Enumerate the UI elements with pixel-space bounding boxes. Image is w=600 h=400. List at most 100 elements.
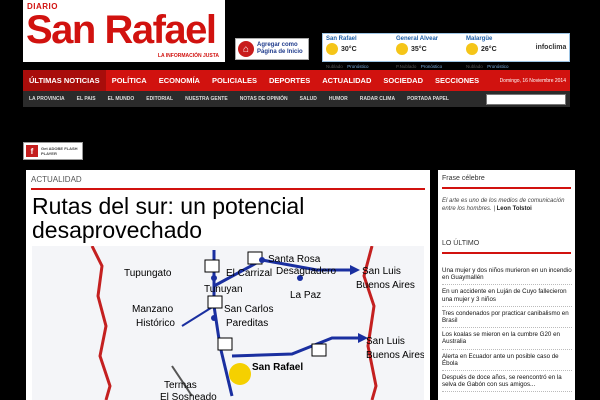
subnav-item-la-provincia[interactable]: LA PROVINCIA [23, 96, 71, 102]
map-label: Tupungato [124, 268, 172, 279]
weather-temp: 35°C [411, 45, 427, 53]
city-dot-icon [211, 275, 217, 281]
map-label: Buenos Aires [356, 280, 415, 291]
map-label: San Carlos [224, 304, 273, 315]
featured-article: ACTUALIDAD Rutas del sur: un potencial d… [26, 170, 430, 400]
weather-temp: 30°C [341, 45, 357, 53]
map-label: Manzano [132, 304, 174, 315]
route-shield-icon [204, 259, 220, 273]
subnav-item-el-mundo[interactable]: EL MUNDO [102, 96, 141, 102]
map-label: Histórico [136, 318, 175, 329]
latest-news-item[interactable]: Tres condenados por practicar canibalism… [442, 307, 572, 329]
weather-forecast-link[interactable]: Pronóstico [421, 64, 442, 69]
quote-author: Leon Tolstoi [496, 205, 532, 212]
subnav-item-el-pais[interactable]: EL PAIS [71, 96, 102, 102]
subnav-item-portada-papel[interactable]: PORTADA PAPEL [401, 96, 455, 102]
latest-divider [442, 252, 571, 254]
logo-name: San Rafael [26, 8, 217, 52]
home-icon: ⌂ [238, 41, 254, 57]
infoclima-logo[interactable]: infoclima [533, 34, 569, 61]
nav-item-politica[interactable]: POLÍTICA [106, 70, 153, 91]
quote-heading: Frase célebre [442, 175, 485, 182]
nav-item-secciones[interactable]: SECCIONES [429, 70, 485, 91]
map-label: La Paz [290, 290, 321, 301]
set-homepage-label: Agregar como Página de Inicio [257, 42, 303, 55]
latest-heading: LO ÚLTIMO [442, 240, 480, 247]
main-nav: ÚLTIMAS NOTICIAS POLÍTICA ECONOMÍA POLIC… [23, 70, 570, 91]
map-label: San Luis [362, 266, 401, 277]
flash-icon: f [26, 145, 38, 157]
latest-news-item[interactable]: Alerta en Ecuador ante un posible caso d… [442, 350, 572, 372]
weather-cell[interactable]: General Alvear 35°C P.Nublado Pronóstico [393, 34, 463, 69]
map-label: Desaguadero [276, 266, 336, 277]
subnav-item-notas-de-opinion[interactable]: NOTAS DE OPINIÓN [234, 96, 294, 102]
nav-item-deportes[interactable]: DEPORTES [263, 70, 316, 91]
section-divider [31, 188, 425, 190]
weather-forecast-link[interactable]: Pronóstico [487, 64, 508, 69]
route-map: Tupungato El Carrizal Tunuyan Santa Rosa… [90, 246, 424, 400]
weather-temp: 26°C [481, 45, 497, 53]
sidebar: Frase célebre El arte es uno de los medi… [438, 170, 575, 400]
san-rafael-marker-icon [229, 363, 251, 385]
city-dot-icon [259, 257, 265, 263]
latest-news-item[interactable]: Los koalas se mieron en la cumbre G20 en… [442, 328, 572, 350]
weather-condition: Nublado [326, 64, 343, 69]
weather-city: San Rafael [326, 36, 357, 42]
route-east [231, 336, 358, 358]
map-label: Pareditas [226, 318, 268, 329]
set-homepage-button[interactable]: ⌂ Agregar como Página de Inicio [235, 38, 309, 60]
site-logo[interactable]: DIARIO San Rafael LA INFORMACIÓN JUSTA [23, 0, 225, 62]
quote-block: El arte es uno de los medios de comunica… [442, 198, 565, 212]
current-date: Domingo, 16 Noviembre 2014 [499, 77, 566, 84]
nav-item-sociedad[interactable]: SOCIEDAD [377, 70, 429, 91]
weather-condition: P.Nublado [396, 64, 417, 69]
article-section[interactable]: ACTUALIDAD [31, 175, 82, 184]
weather-cell[interactable]: Malargüe 26°C Nublado Pronóstico [463, 34, 533, 69]
get-flash-player-button[interactable]: f Get ADOBE FLASH PLAYER [23, 142, 83, 160]
subnav-item-editorial[interactable]: EDITORIAL [140, 96, 179, 102]
sun-icon [466, 43, 478, 55]
logo-tagline: LA INFORMACIÓN JUSTA [157, 53, 219, 59]
sun-icon [326, 43, 338, 55]
flash-label: Get ADOBE FLASH PLAYER [41, 146, 78, 156]
map-label: Tunuyan [204, 284, 243, 295]
search-input[interactable] [486, 93, 566, 105]
site-header: DIARIO San Rafael LA INFORMACIÓN JUSTA ⌂… [0, 0, 600, 69]
nav-item-ultimas-noticias[interactable]: ÚLTIMAS NOTICIAS [23, 70, 106, 91]
nav-item-economia[interactable]: ECONOMÍA [153, 70, 206, 91]
subnav-item-salud[interactable]: SALUD [294, 96, 323, 102]
route-shield-icon [217, 337, 233, 351]
map-label: San Luis [366, 336, 405, 347]
map-label: Buenos Aires [366, 350, 424, 361]
latest-news-item[interactable]: Una mujer y dos niños murieron en un inc… [442, 264, 572, 286]
weather-city: General Alvear [396, 36, 439, 42]
nav-item-actualidad[interactable]: ACTUALIDAD [316, 70, 377, 91]
weather-city: Malargüe [466, 36, 493, 42]
province-border [90, 246, 112, 400]
latest-news-list: Una mujer y dos niños murieron en un inc… [442, 264, 572, 393]
sub-nav: LA PROVINCIA EL PAIS EL MUNDO EDITORIAL … [23, 91, 570, 107]
route-shield-icon [311, 343, 327, 357]
latest-news-item[interactable]: En un accidente en Luján de Cuyo falleci… [442, 285, 572, 307]
map-label: San Rafael [252, 362, 303, 373]
map-label: El Sosneado [160, 392, 217, 400]
subnav-item-humor[interactable]: HUMOR [323, 96, 354, 102]
arrow-icon [350, 265, 360, 275]
sun-icon [396, 43, 408, 55]
map-label: El Carrizal [226, 268, 272, 279]
weather-forecast-link[interactable]: Pronóstico [347, 64, 368, 69]
article-title[interactable]: Rutas del sur: un potencial desaprovecha… [32, 194, 422, 242]
weather-widget: San Rafael 30°C Nublado Pronóstico Gener… [322, 33, 570, 69]
weather-condition: Nublado [466, 64, 483, 69]
nav-item-policiales[interactable]: POLICIALES [206, 70, 263, 91]
map-label: Santa Rosa [268, 254, 321, 265]
subnav-item-radar-clima[interactable]: RADAR CLIMA [354, 96, 401, 102]
article-map-image[interactable]: Tupungato El Carrizal Tunuyan Santa Rosa… [32, 246, 424, 400]
latest-news-item[interactable]: Después de doce años, se reencontró en l… [442, 371, 572, 393]
route-secondary [181, 305, 215, 327]
weather-cell[interactable]: San Rafael 30°C Nublado Pronóstico [323, 34, 393, 69]
city-dot-icon [211, 315, 217, 321]
subnav-item-nuestra-gente[interactable]: NUESTRA GENTE [179, 96, 234, 102]
route-shield-icon [207, 295, 223, 309]
map-label: Termas [164, 380, 197, 391]
